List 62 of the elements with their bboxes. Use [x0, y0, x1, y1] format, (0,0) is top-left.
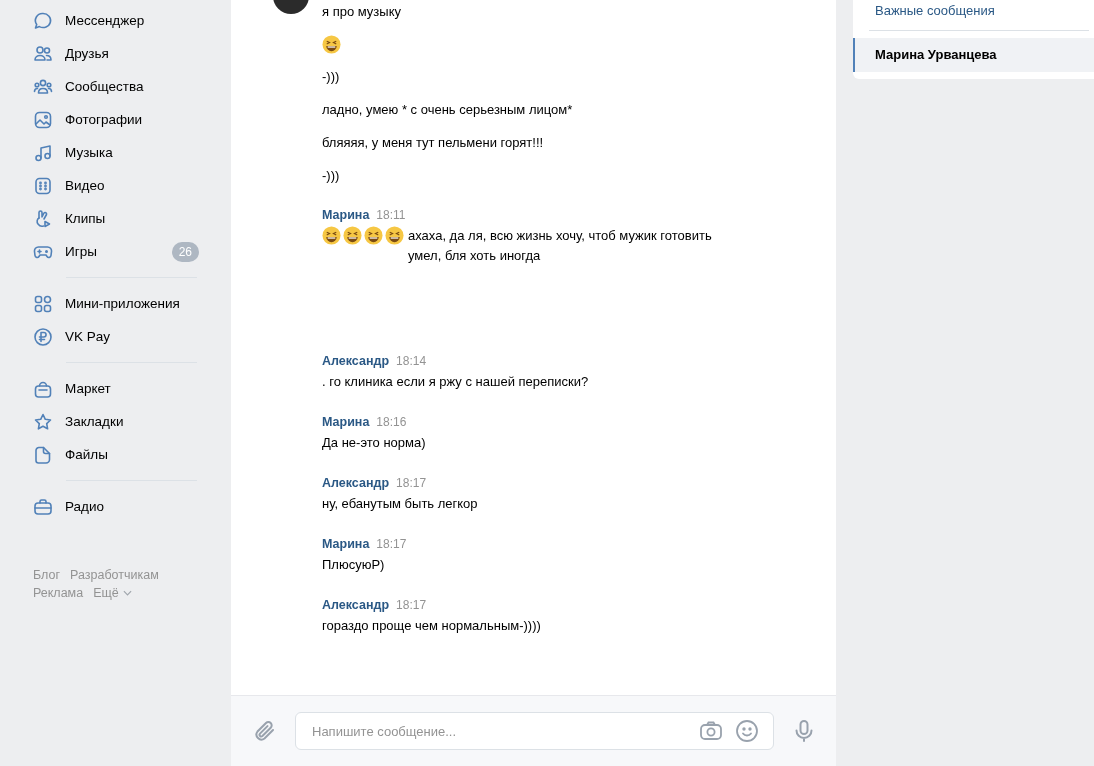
message-text: гораздо проще чем нормальным-))))	[322, 617, 541, 635]
sidebar-item[interactable]: Сообщества	[27, 70, 214, 103]
message-text: ПлюсуюР)	[322, 556, 385, 574]
laughing-emoji-icon	[385, 226, 404, 245]
sidebar-item[interactable]: Друзья	[27, 37, 214, 70]
message-time: 18:16	[376, 415, 407, 429]
message-text: я про музыку	[322, 3, 401, 21]
laughing-emoji-icon	[364, 226, 383, 245]
video-icon	[33, 175, 53, 196]
apps-icon	[33, 293, 53, 314]
music-icon	[33, 142, 53, 163]
sidebar-item[interactable]: Музыка	[27, 136, 214, 169]
author-name[interactable]: Александр	[322, 598, 390, 612]
message-text: ахаха, да ля, всю жизнь хочу, чтоб мужик готовить умел, бля хоть иногда	[408, 227, 713, 265]
author-name[interactable]: Александр	[322, 476, 390, 490]
message-text: ладно, умею * с очень серьезным лицом*	[322, 101, 573, 119]
message-text: ну, ебанутым быть легкор	[322, 495, 478, 513]
message-text: -)))	[322, 167, 340, 185]
clips-icon	[33, 208, 53, 229]
sidebar-item[interactable]: Игры 26	[27, 235, 214, 268]
sidebar-item[interactable]: Видео	[27, 169, 214, 202]
message-time: 18:17	[396, 476, 427, 490]
camera-icon[interactable]	[699, 719, 723, 743]
sidebar-item[interactable]: Клипы	[27, 202, 214, 235]
chat-folder-item[interactable]: Марина Урванцева	[853, 38, 1094, 72]
author-name[interactable]: Марина	[322, 537, 370, 551]
author-name[interactable]: Александр	[322, 354, 390, 368]
chat-icon	[33, 10, 53, 31]
count-badge: 26	[171, 241, 199, 262]
sidebar-item[interactable]: Мессенджер	[27, 4, 214, 37]
author-name[interactable]: Марина	[322, 415, 370, 429]
file-icon	[33, 444, 53, 465]
message-text: бляяяя, у меня тут пельмени горят!!!	[322, 134, 544, 152]
message-time: 18:17	[376, 537, 407, 551]
author-name[interactable]: Марина	[322, 208, 370, 222]
radio-icon	[33, 496, 53, 517]
smiley-icon[interactable]	[735, 719, 759, 743]
message-text: -)))	[322, 68, 340, 86]
sidebar-item[interactable]: Радио	[27, 490, 214, 523]
sidebar-item[interactable]: Маркет	[27, 372, 214, 405]
message-input[interactable]: Напишите сообщение...	[310, 722, 687, 740]
message-field[interactable]: Напишите сообщение...	[295, 712, 774, 750]
friends-icon	[33, 43, 53, 64]
sidebar-item[interactable]: Мини-приложения	[27, 287, 214, 320]
laughing-emoji-icon	[322, 226, 341, 245]
sidebar-item[interactable]: Закладки	[27, 405, 214, 438]
sidebar-item[interactable]: Фотографии	[27, 103, 214, 136]
message-text: . го клиника если я ржу с нашей переписки?	[322, 373, 589, 391]
message-text: Да не-это норма)	[322, 434, 426, 452]
photo-icon	[33, 109, 53, 130]
sidebar-item[interactable]: VK Pay	[27, 320, 214, 353]
paperclip-icon[interactable]	[253, 719, 277, 743]
laughing-emoji-icon	[343, 226, 362, 245]
pay-icon	[33, 326, 53, 347]
message-time: 18:14	[396, 354, 427, 368]
sidebar-item[interactable]: Файлы	[27, 438, 214, 471]
caret-icon	[122, 590, 132, 596]
message-time: 18:17	[396, 598, 427, 612]
star-icon	[33, 411, 53, 432]
chat-folder-item[interactable]: Важные сообщения	[853, 0, 1094, 22]
message-time: 18:11	[376, 208, 406, 222]
laughing-emoji-icon	[322, 35, 341, 54]
